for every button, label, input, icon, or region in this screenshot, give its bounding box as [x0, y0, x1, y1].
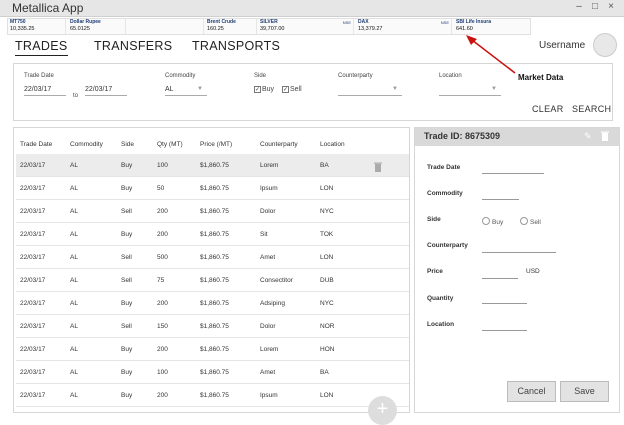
market-data-arrow: [466, 35, 516, 74]
market-data-annotation: Market Data: [518, 73, 564, 82]
